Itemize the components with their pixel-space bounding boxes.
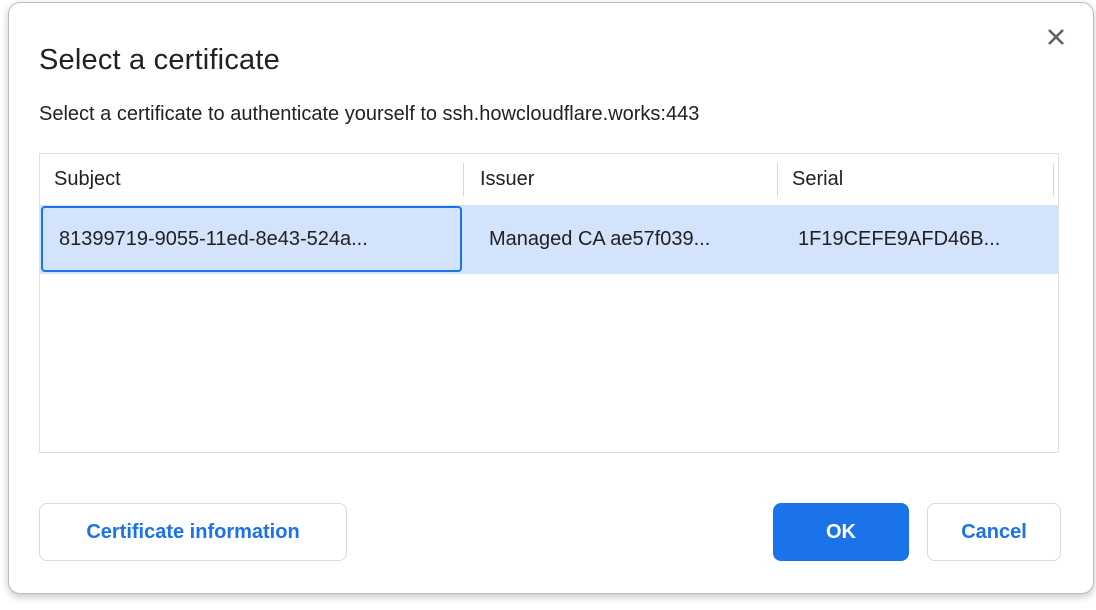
- dialog-subtitle: Select a certificate to authenticate you…: [39, 103, 699, 126]
- certificate-subject-cell[interactable]: 81399719-9055-11ed-8e43-524a...: [41, 206, 462, 272]
- column-header-filler: [1054, 154, 1058, 205]
- ok-button[interactable]: OK: [773, 503, 909, 561]
- column-header-issuer: Issuer: [464, 154, 778, 205]
- column-header-serial: Serial: [778, 154, 1054, 205]
- close-icon: [1045, 26, 1067, 48]
- column-header-serial-label: Serial: [792, 168, 843, 191]
- dialog-title: Select a certificate: [39, 44, 280, 77]
- page-background: Select a certificate Select a certificat…: [0, 0, 1096, 610]
- certificate-table-header: Subject Issuer Serial: [40, 154, 1058, 205]
- column-header-subject-label: Subject: [54, 168, 121, 191]
- close-button[interactable]: [1041, 22, 1071, 52]
- cancel-button[interactable]: Cancel: [927, 503, 1061, 561]
- certificate-table: Subject Issuer Serial 81399719-9055-11ed…: [39, 153, 1059, 453]
- column-header-subject: Subject: [40, 154, 464, 205]
- certificate-information-button[interactable]: Certificate information: [39, 503, 347, 561]
- certificate-serial-cell[interactable]: 1F19CEFE9AFD46B...: [778, 205, 1054, 274]
- certificate-select-dialog: Select a certificate Select a certificat…: [8, 2, 1094, 594]
- column-header-issuer-label: Issuer: [480, 168, 534, 191]
- certificate-issuer-cell[interactable]: Managed CA ae57f039...: [464, 205, 778, 274]
- certificate-row[interactable]: 81399719-9055-11ed-8e43-524a... Managed …: [40, 205, 1058, 274]
